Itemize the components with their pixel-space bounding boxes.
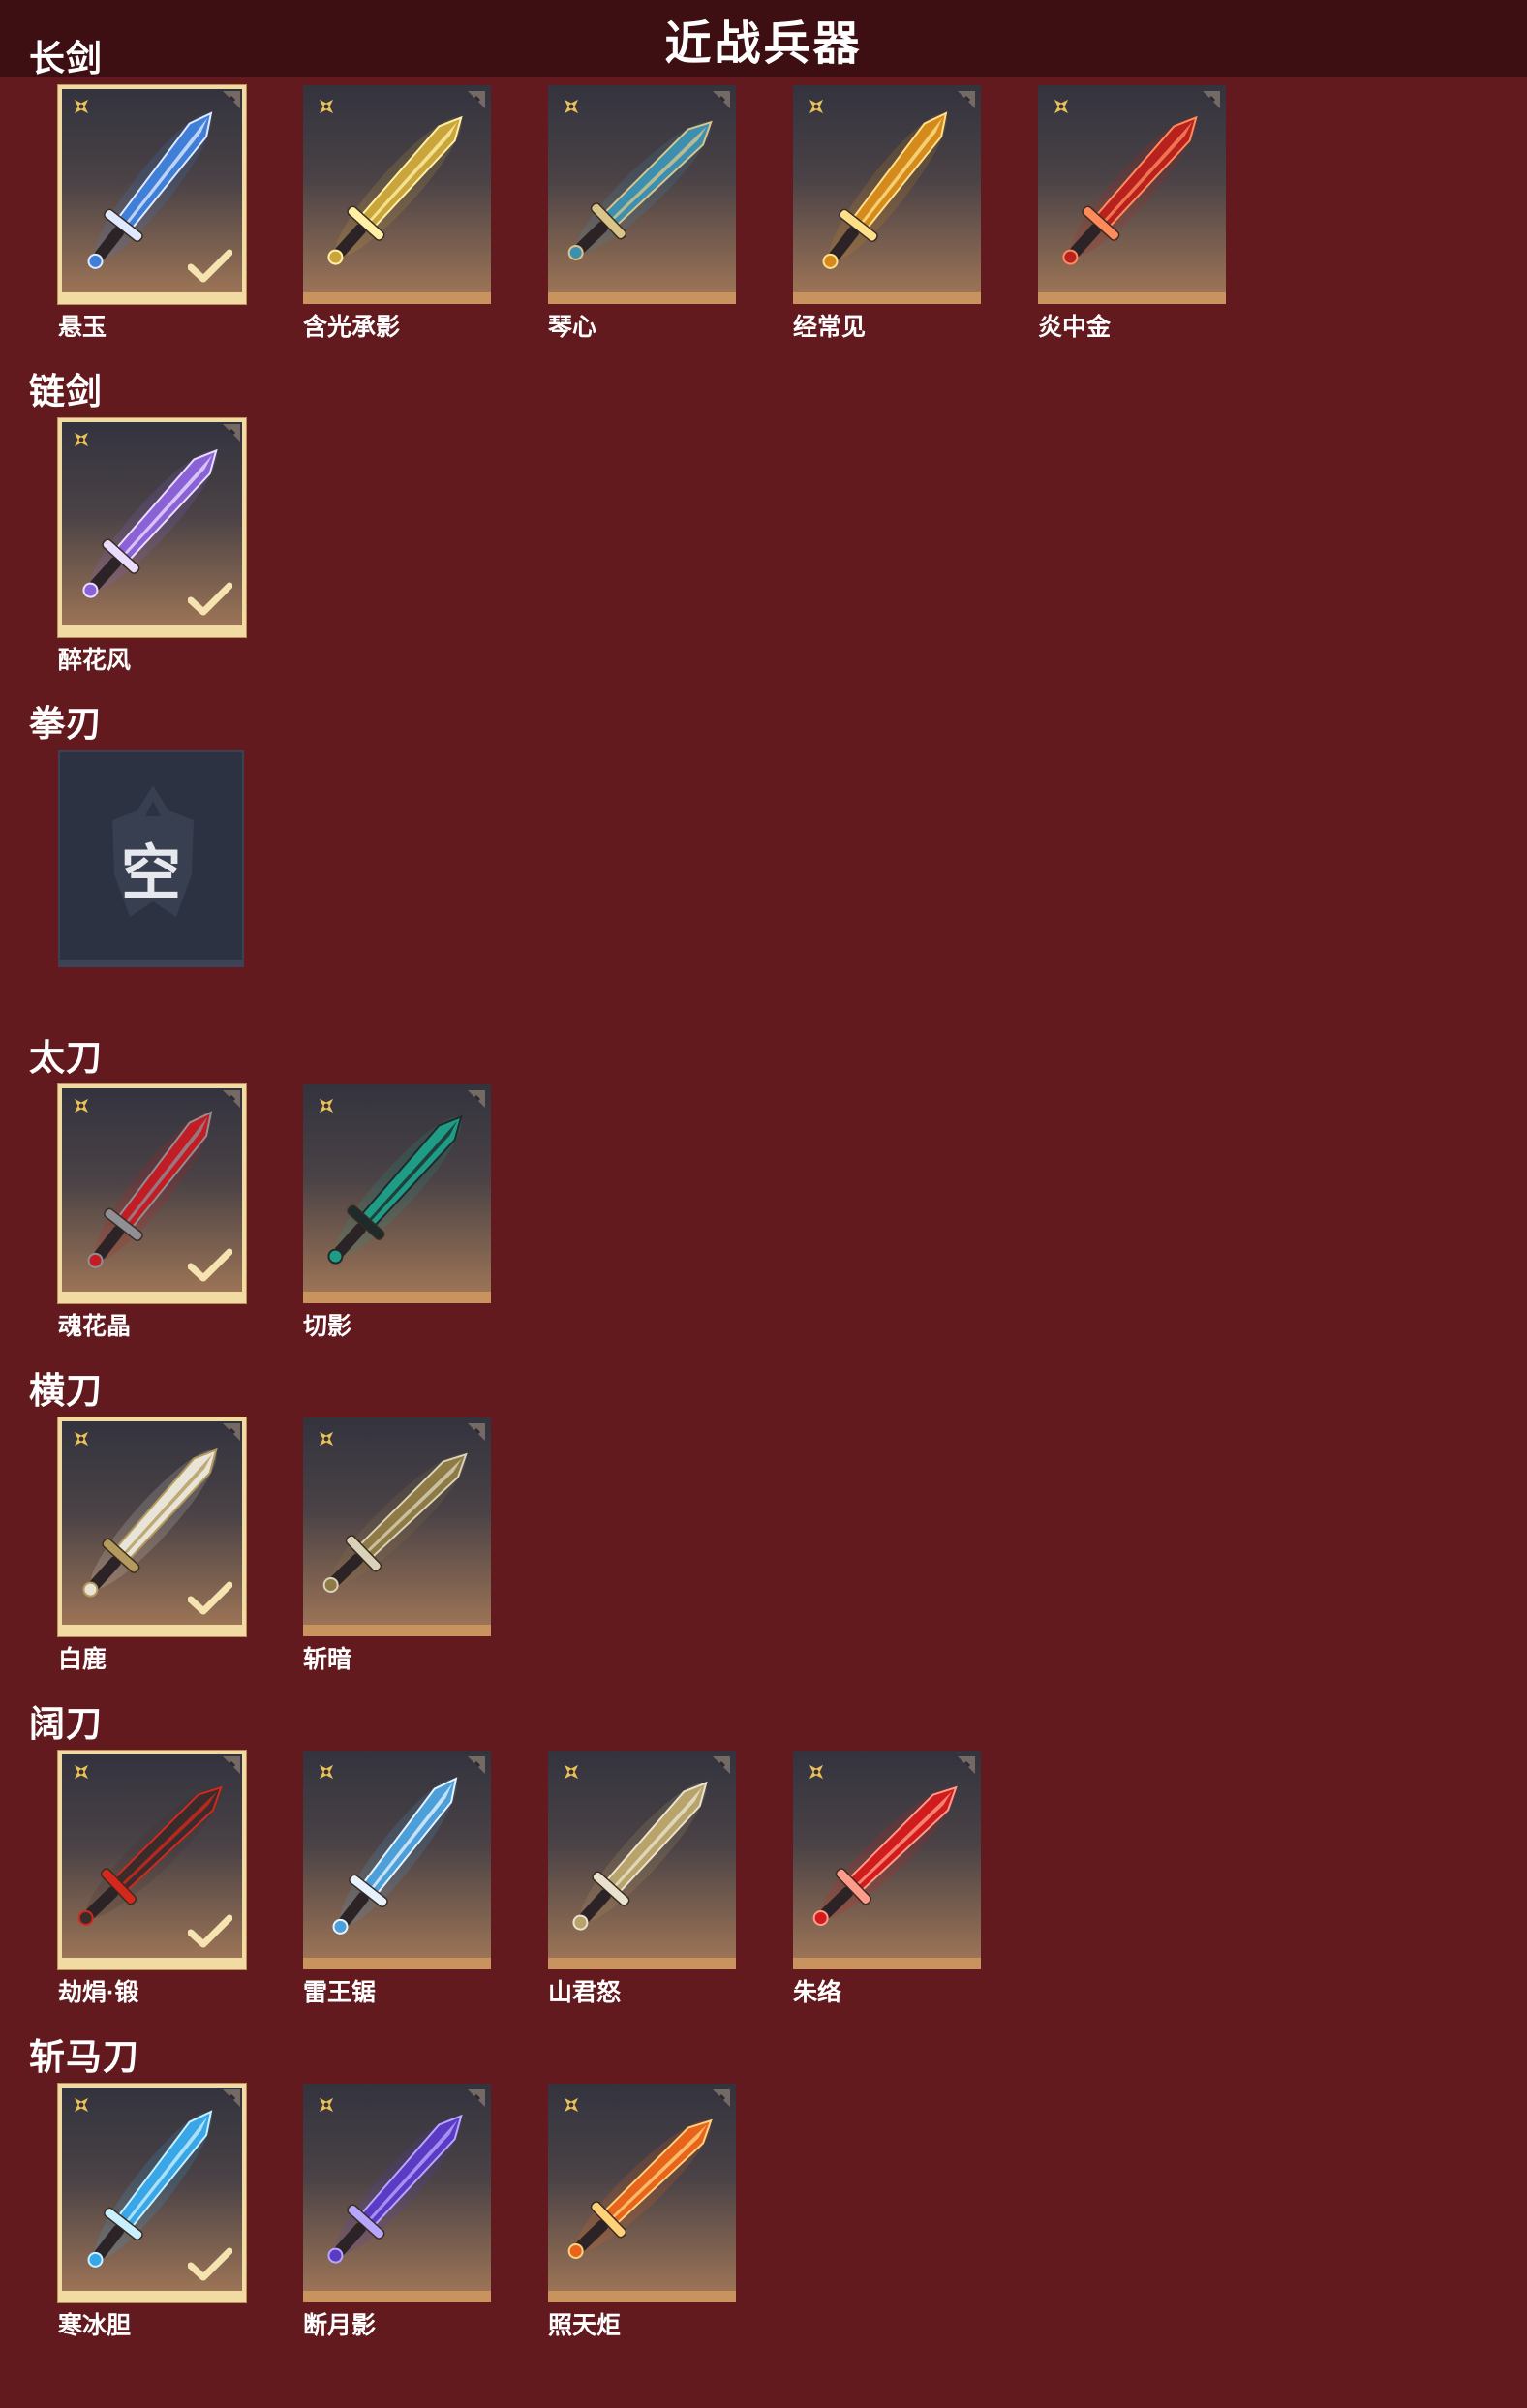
rarity-star-icon (74, 99, 89, 114)
weapon-name: 魂花晶 (58, 1313, 132, 1340)
weapon-name: 切影 (303, 1313, 352, 1340)
corner-tag-icon (713, 2089, 730, 2107)
rarity-star-icon (319, 99, 334, 114)
corner-tag-icon (958, 1756, 975, 1774)
weapon-name: 朱络 (793, 1979, 842, 2006)
weapon-card[interactable]: 斩暗 (303, 1417, 491, 1673)
rarity-star-icon (564, 99, 579, 114)
weapon-name: 照天炬 (548, 2312, 622, 2339)
corner-tag-icon (223, 1423, 240, 1441)
weapon-name: 白鹿 (58, 1646, 107, 1673)
rarity-star-icon (319, 2097, 334, 2113)
weapon-card[interactable]: 醉花风 (58, 418, 246, 674)
weapon-card[interactable]: 朱络 (793, 1751, 981, 2006)
weapon-name: 劫焆·锻 (58, 1979, 139, 2006)
weapon-card[interactable]: 炎中金 (1038, 85, 1226, 341)
rarity-star-icon (319, 1098, 334, 1113)
weapon-name: 琴心 (548, 314, 597, 341)
equipped-check-icon (188, 1914, 232, 1948)
rarity-star-icon (809, 99, 824, 114)
corner-tag-icon (468, 1090, 485, 1108)
corner-tag-icon (713, 91, 730, 108)
rarity-star-icon (74, 1098, 89, 1113)
weapon-card[interactable]: 照天炬 (548, 2084, 736, 2339)
rarity-star-icon (564, 2097, 579, 2113)
corner-tag-icon (468, 2089, 485, 2107)
weapon-card[interactable]: 经常见 (793, 85, 981, 341)
rarity-star-icon (74, 1431, 89, 1447)
weapon-card[interactable]: 山君怒 (548, 1751, 736, 2006)
weapon-name: 雷王锯 (303, 1979, 377, 2006)
empty-slot-label: 空 (120, 840, 181, 907)
page-header: 近战兵器 (0, 0, 1527, 77)
equipped-check-icon (188, 1581, 232, 1615)
weapon-card[interactable]: 悬玉 (58, 85, 246, 341)
corner-tag-icon (468, 1423, 485, 1441)
weapon-name: 悬玉 (58, 314, 107, 341)
equipped-check-icon (188, 582, 232, 616)
weapon-name: 斩暗 (303, 1646, 352, 1673)
corner-tag-icon (713, 1756, 730, 1774)
corner-tag-icon (468, 1756, 485, 1774)
weapon-name: 醉花风 (58, 647, 132, 674)
equipped-check-icon (188, 2247, 232, 2281)
weapon-card[interactable]: 琴心 (548, 85, 736, 341)
weapon-card[interactable]: 断月影 (303, 2084, 491, 2339)
weapon-card[interactable]: 切影 (303, 1084, 491, 1340)
equipped-check-icon (188, 249, 232, 283)
weapon-name: 炎中金 (1038, 314, 1112, 341)
equipped-check-icon (188, 1248, 232, 1282)
rarity-star-icon (809, 1764, 824, 1780)
weapon-name: 经常见 (793, 314, 867, 341)
corner-tag-icon (223, 91, 240, 108)
corner-tag-icon (468, 91, 485, 108)
weapon-name: 断月影 (303, 2312, 377, 2339)
weapon-name: 寒冰胆 (58, 2312, 132, 2339)
rarity-star-icon (319, 1764, 334, 1780)
weapon-name: 含光承影 (303, 314, 401, 341)
corner-tag-icon (958, 91, 975, 108)
category-title: 长剑 (29, 39, 103, 78)
weapon-card[interactable]: 寒冰胆 (58, 2084, 246, 2339)
rarity-star-icon (319, 1431, 334, 1447)
category-title: 斩马刀 (29, 2037, 139, 2077)
weapon-card[interactable]: 劫焆·锻 (58, 1751, 246, 2006)
category-title: 链剑 (29, 372, 103, 411)
corner-tag-icon (223, 1756, 240, 1774)
category-title: 太刀 (29, 1038, 103, 1078)
rarity-star-icon (1054, 99, 1069, 114)
weapon-card[interactable]: 白鹿 (58, 1417, 246, 1673)
corner-tag-icon (1203, 91, 1220, 108)
corner-tag-icon (223, 424, 240, 442)
category-title: 阔刀 (29, 1704, 103, 1744)
weapon-name: 山君怒 (548, 1979, 622, 2006)
page-title: 近战兵器 (664, 18, 863, 70)
weapon-card[interactable]: 含光承影 (303, 85, 491, 341)
weapon-card[interactable]: 雷王锯 (303, 1751, 491, 2006)
rarity-star-icon (74, 2097, 89, 2113)
rarity-star-icon (74, 432, 89, 447)
weapon-card[interactable]: 魂花晶 (58, 1084, 246, 1340)
rarity-star-icon (564, 1764, 579, 1780)
corner-tag-icon (223, 2089, 240, 2107)
category-title: 横刀 (29, 1371, 103, 1411)
category-title: 拳刃 (29, 704, 103, 744)
corner-tag-icon (223, 1090, 240, 1108)
empty-weapon-slot[interactable]: 空 (58, 750, 244, 967)
rarity-star-icon (74, 1764, 89, 1780)
